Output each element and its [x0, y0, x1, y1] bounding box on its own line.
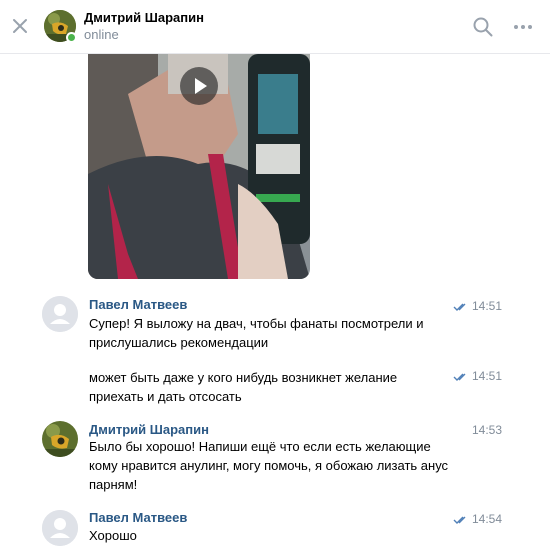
- message-time: 14:54: [472, 512, 503, 526]
- message-line: Супер! Я выложу на двач, чтобы фанаты по…: [89, 316, 424, 331]
- message-text: Было бы хорошо! Напиши ещё что если есть…: [89, 437, 459, 494]
- more-dots-icon[interactable]: [512, 16, 534, 38]
- message-time: 14:51: [472, 299, 503, 313]
- message-line: кому нравится анулинг, могу помочь, я об…: [89, 458, 449, 473]
- avatar[interactable]: [42, 296, 78, 332]
- read-check-icon: [453, 516, 466, 524]
- message-author[interactable]: Павел Матвеев: [89, 297, 187, 312]
- close-icon[interactable]: [8, 14, 32, 38]
- message-author[interactable]: Дмитрий Шарапин: [89, 422, 209, 437]
- online-indicator: [66, 32, 77, 43]
- message-text: Хорошо: [89, 526, 459, 545]
- message-line: может быть даже у кого нибудь возникнет …: [89, 370, 398, 385]
- message-line: приехать и дать отсосать: [89, 389, 242, 404]
- message-line: Было бы хорошо! Напиши ещё что если есть…: [89, 439, 431, 454]
- message-text: может быть даже у кого нибудь возникнет …: [89, 368, 459, 406]
- avatar[interactable]: [42, 510, 78, 546]
- message-time: 14:53: [472, 423, 503, 437]
- message-author[interactable]: Павел Матвеев: [89, 510, 187, 525]
- message-text: Супер! Я выложу на двач, чтобы фанаты по…: [89, 314, 459, 352]
- contact-status: online: [84, 27, 119, 42]
- read-check-icon: [453, 303, 466, 311]
- message-time: 14:51: [472, 369, 503, 383]
- message-line: прислушались рекомендации: [89, 335, 269, 350]
- avatar[interactable]: [42, 421, 78, 457]
- play-icon[interactable]: [180, 67, 218, 105]
- message-line: Хорошо: [89, 528, 137, 543]
- search-icon[interactable]: [472, 16, 494, 38]
- message-line: парням!: [89, 477, 138, 492]
- contact-name[interactable]: Дмитрий Шарапин: [84, 10, 204, 25]
- chat-header: Дмитрий Шарапин online: [0, 0, 550, 54]
